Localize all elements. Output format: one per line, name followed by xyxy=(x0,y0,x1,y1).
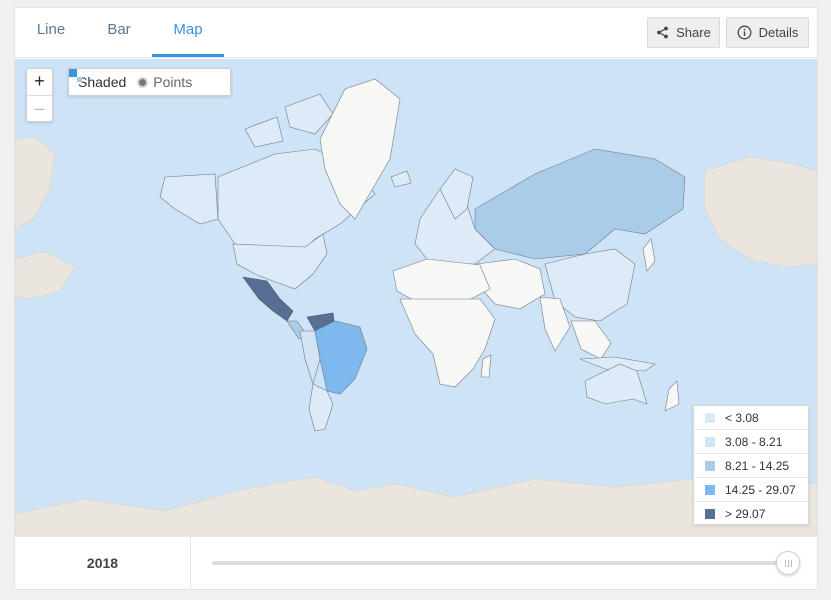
country-iceland xyxy=(390,170,412,188)
land-left-edge xyxy=(15,136,56,230)
legend-swatch xyxy=(705,412,715,423)
country-japan xyxy=(642,238,656,272)
legend-item: > 29.07 xyxy=(694,502,808,526)
legend-swatch xyxy=(705,484,715,495)
world-map[interactable]: + – Shaded Points < 3.08 3.08 - 8.21 8.2… xyxy=(15,59,817,536)
selected-year: 2018 xyxy=(15,537,191,590)
tab-line[interactable]: Line xyxy=(21,8,81,57)
zoom-out-button[interactable]: – xyxy=(27,95,52,121)
country-brazil xyxy=(314,320,368,395)
zoom-control: + – xyxy=(26,68,53,122)
country-southeast-asia xyxy=(570,320,612,360)
legend-label: > 29.07 xyxy=(725,507,766,521)
time-slider-track[interactable] xyxy=(212,561,788,565)
country-sub-saharan-africa xyxy=(399,298,496,388)
mode-shaded-option[interactable]: Shaded xyxy=(69,69,127,90)
legend-swatch xyxy=(705,509,715,519)
share-button[interactable]: Share xyxy=(647,17,720,48)
details-button[interactable]: Details xyxy=(726,17,809,48)
points-icon xyxy=(137,76,149,88)
shaded-icon xyxy=(69,69,82,82)
zoom-in-button[interactable]: + xyxy=(27,69,52,95)
country-russia xyxy=(474,148,686,260)
legend-label: < 3.08 xyxy=(725,410,759,425)
view-tabs: Line Bar Map Share Details xyxy=(15,8,817,58)
country-north-africa xyxy=(392,258,491,304)
legend-swatch xyxy=(705,460,715,471)
time-slider-bar: 2018 xyxy=(15,536,817,590)
share-icon xyxy=(657,26,669,39)
legend-item: 3.08 - 8.21 xyxy=(694,430,808,454)
mode-points-label: Points xyxy=(153,74,193,90)
tab-map[interactable]: Map xyxy=(152,8,224,57)
time-slider-handle[interactable] xyxy=(776,551,800,575)
grip-line xyxy=(787,559,789,567)
country-alaska xyxy=(159,173,219,225)
info-icon xyxy=(737,25,752,40)
chart-card: Line Bar Map Share Details + – Shaded Po… xyxy=(14,7,818,590)
land-alaska-repeat xyxy=(15,250,76,300)
legend-swatch xyxy=(705,436,715,447)
country-new-zealand xyxy=(664,380,680,412)
legend-item: 14.25 - 29.07 xyxy=(694,478,808,502)
grip-line xyxy=(790,559,792,567)
legend-label: 8.21 - 14.25 xyxy=(725,458,790,473)
legend-item: < 3.08 xyxy=(694,406,808,430)
details-label: Details xyxy=(758,25,799,40)
legend-label: 3.08 - 8.21 xyxy=(725,434,783,449)
legend-item: 8.21 - 14.25 xyxy=(694,454,808,478)
mode-shaded-label: Shaded xyxy=(78,74,127,90)
share-label: Share xyxy=(676,25,711,40)
land-right-edge xyxy=(704,156,817,268)
map-mode-toggle: Shaded Points xyxy=(68,68,231,96)
legend-label: 14.25 - 29.07 xyxy=(725,482,796,497)
mode-points-option[interactable]: Points xyxy=(126,74,192,90)
tab-bar[interactable]: Bar xyxy=(89,8,149,57)
grip-line xyxy=(784,559,786,567)
country-madagascar xyxy=(480,354,492,378)
map-legend: < 3.08 3.08 - 8.21 8.21 - 14.25 14.25 - … xyxy=(693,405,809,525)
